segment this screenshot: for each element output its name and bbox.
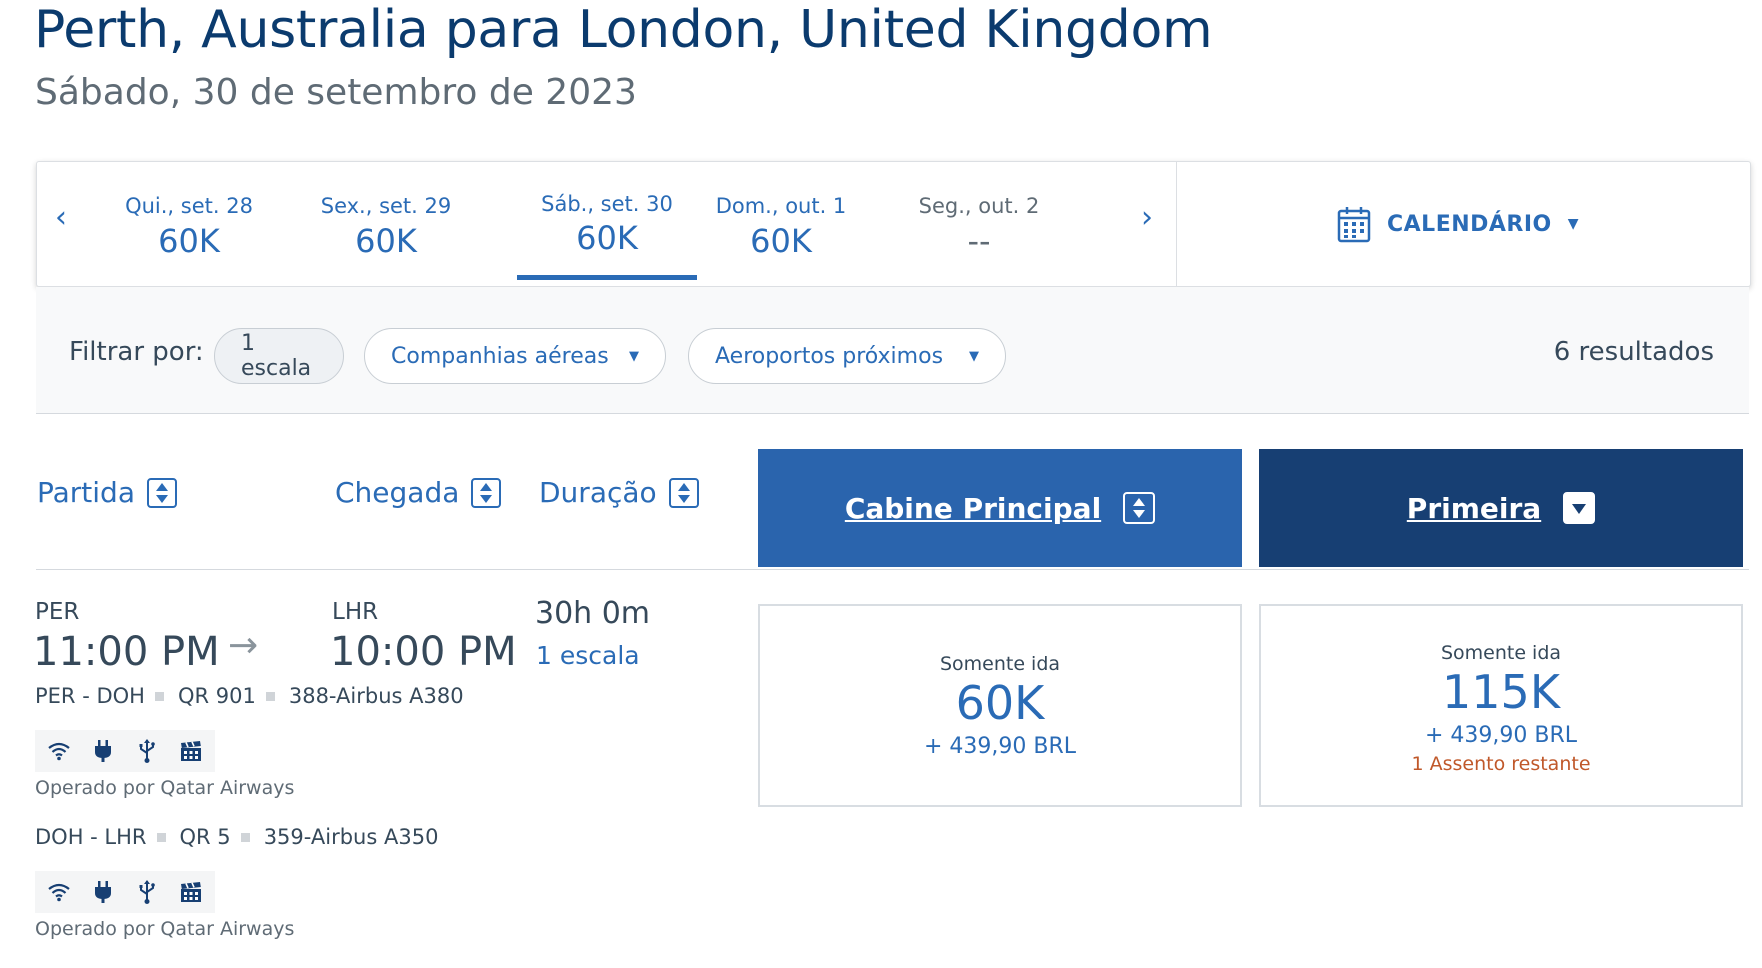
date-price: 60K: [355, 222, 417, 260]
fare-type: Somente ida: [1440, 642, 1562, 664]
date-option-sep-29[interactable]: Sex., set. 29 60K: [296, 162, 476, 286]
seats-remaining: 1 Assento restante: [1411, 753, 1591, 775]
wifi-icon[interactable]: [45, 878, 73, 906]
entertainment-icon[interactable]: [177, 737, 205, 765]
segment-route: DOH - LHR: [35, 825, 147, 849]
entertainment-icon[interactable]: [177, 878, 205, 906]
calendar-label: CALENDÁRIO: [1387, 211, 1552, 237]
page-title: Perth, Australia para London, United Kin…: [34, 0, 1213, 60]
strip-divider: [1176, 162, 1177, 286]
flight-number: QR 5: [179, 825, 231, 849]
stops-details-link[interactable]: 1 escala: [536, 641, 640, 670]
selected-date-indicator: [517, 275, 697, 280]
sort-descending-icon: [1563, 492, 1596, 524]
date-price: 60K: [576, 219, 638, 257]
arrival-header-label: Chegada: [335, 476, 460, 509]
chevron-down-icon: ▼: [969, 348, 979, 364]
nearby-airports-filter-dropdown[interactable]: Aeroportos próximos ▼: [688, 328, 1006, 384]
date-price: --: [967, 222, 991, 260]
destination-code: LHR: [332, 599, 379, 625]
aircraft-type: 359-Airbus A350: [263, 825, 439, 849]
operated-by: Operado por Qatar Airways: [35, 918, 295, 940]
segment-route: PER - DOH: [35, 684, 145, 708]
date-label: Dom., out. 1: [715, 194, 847, 218]
date-label: Seg., out. 2: [918, 194, 1040, 218]
first-class-fare-button[interactable]: Somente ida 115K + 439,90 BRL 1 Assento …: [1259, 604, 1743, 807]
date-price: 60K: [158, 222, 220, 260]
calendar-icon: [1337, 207, 1371, 243]
usb-icon[interactable]: [133, 878, 161, 906]
duration-header-label: Duração: [539, 476, 657, 509]
date-label: Qui., set. 28: [125, 194, 253, 218]
separator: [154, 691, 164, 701]
date-label: Sex., set. 29: [320, 194, 452, 218]
fare-taxes: + 439,90 BRL: [923, 734, 1077, 759]
separator: [240, 832, 250, 842]
amenities-list: [35, 730, 215, 772]
date-selector: ‹ Qui., set. 28 60K Sex., set. 29 60K Sá…: [36, 161, 1751, 287]
header-divider: [36, 569, 1749, 570]
date-option-oct-2[interactable]: Seg., out. 2 --: [889, 162, 1069, 286]
departure-time: 11:00 PM: [33, 629, 220, 675]
operated-by: Operado por Qatar Airways: [35, 777, 295, 799]
power-plug-icon[interactable]: [89, 878, 117, 906]
travel-date: Sábado, 30 de setembro de 2023: [35, 72, 637, 113]
flight-duration: 30h 0m: [535, 596, 651, 631]
main-cabin-header[interactable]: Cabine Principal: [758, 449, 1242, 567]
first-class-label: Primeira: [1406, 491, 1542, 525]
amenities-list: [35, 871, 215, 913]
wifi-icon[interactable]: [45, 737, 73, 765]
origin-code: PER: [35, 599, 80, 625]
filter-label: Filtrar por:: [69, 337, 204, 367]
segment-info: PER - DOH QR 901 388-Airbus A380: [35, 684, 464, 708]
date-price: 60K: [750, 222, 812, 260]
airlines-filter-dropdown[interactable]: Companhias aéreas ▼: [364, 328, 666, 384]
arrival-time: 10:00 PM: [330, 629, 517, 675]
sort-by-duration[interactable]: Duração: [539, 476, 699, 509]
chevron-down-icon: ▼: [1567, 216, 1579, 232]
main-cabin-fare-button[interactable]: Somente ida 60K + 439,90 BRL: [758, 604, 1242, 807]
next-dates-button[interactable]: ›: [1141, 200, 1153, 235]
airlines-filter-label: Companhias aéreas: [391, 343, 609, 369]
date-label: Sáb., set. 30: [541, 192, 673, 216]
sort-by-departure[interactable]: Partida: [37, 476, 177, 509]
date-option-sep-28[interactable]: Qui., set. 28 60K: [99, 162, 279, 286]
sort-icon: [471, 477, 502, 508]
date-option-sep-30[interactable]: Sáb., set. 30 60K: [517, 162, 697, 286]
stops-filter-label: 1 escala: [241, 331, 312, 381]
stops-filter-pill[interactable]: 1 escala: [214, 328, 344, 384]
first-class-header[interactable]: Primeira: [1259, 449, 1743, 567]
usb-icon[interactable]: [133, 737, 161, 765]
results-count: 6 resultados: [1553, 337, 1714, 367]
date-option-oct-1[interactable]: Dom., out. 1 60K: [691, 162, 871, 286]
sort-icon: [1123, 492, 1156, 524]
separator: [265, 691, 275, 701]
sort-icon: [147, 477, 177, 508]
arrow-right-icon: →: [228, 625, 259, 666]
fare-taxes: + 439,90 BRL: [1424, 723, 1578, 748]
sort-by-arrival[interactable]: Chegada: [335, 476, 502, 509]
fare-type: Somente ida: [939, 653, 1061, 675]
main-cabin-label: Cabine Principal: [844, 491, 1102, 525]
flight-number: QR 901: [177, 684, 256, 708]
chevron-down-icon: ▼: [629, 348, 639, 364]
prev-dates-button[interactable]: ‹: [55, 200, 67, 235]
segment-info: DOH - LHR QR 5 359-Airbus A350: [35, 825, 438, 849]
filter-bar: Filtrar por: 1 escala Companhias aéreas …: [36, 287, 1749, 414]
fare-miles: 60K: [955, 676, 1045, 730]
separator: [156, 832, 166, 842]
departure-header-label: Partida: [37, 476, 135, 509]
aircraft-type: 388-Airbus A380: [288, 684, 464, 708]
fare-miles: 115K: [1442, 665, 1560, 719]
calendar-button[interactable]: CALENDÁRIO ▼: [1337, 204, 1579, 244]
power-plug-icon[interactable]: [89, 737, 117, 765]
nearby-airports-filter-label: Aeroportos próximos: [715, 343, 944, 369]
sort-icon: [668, 477, 699, 508]
